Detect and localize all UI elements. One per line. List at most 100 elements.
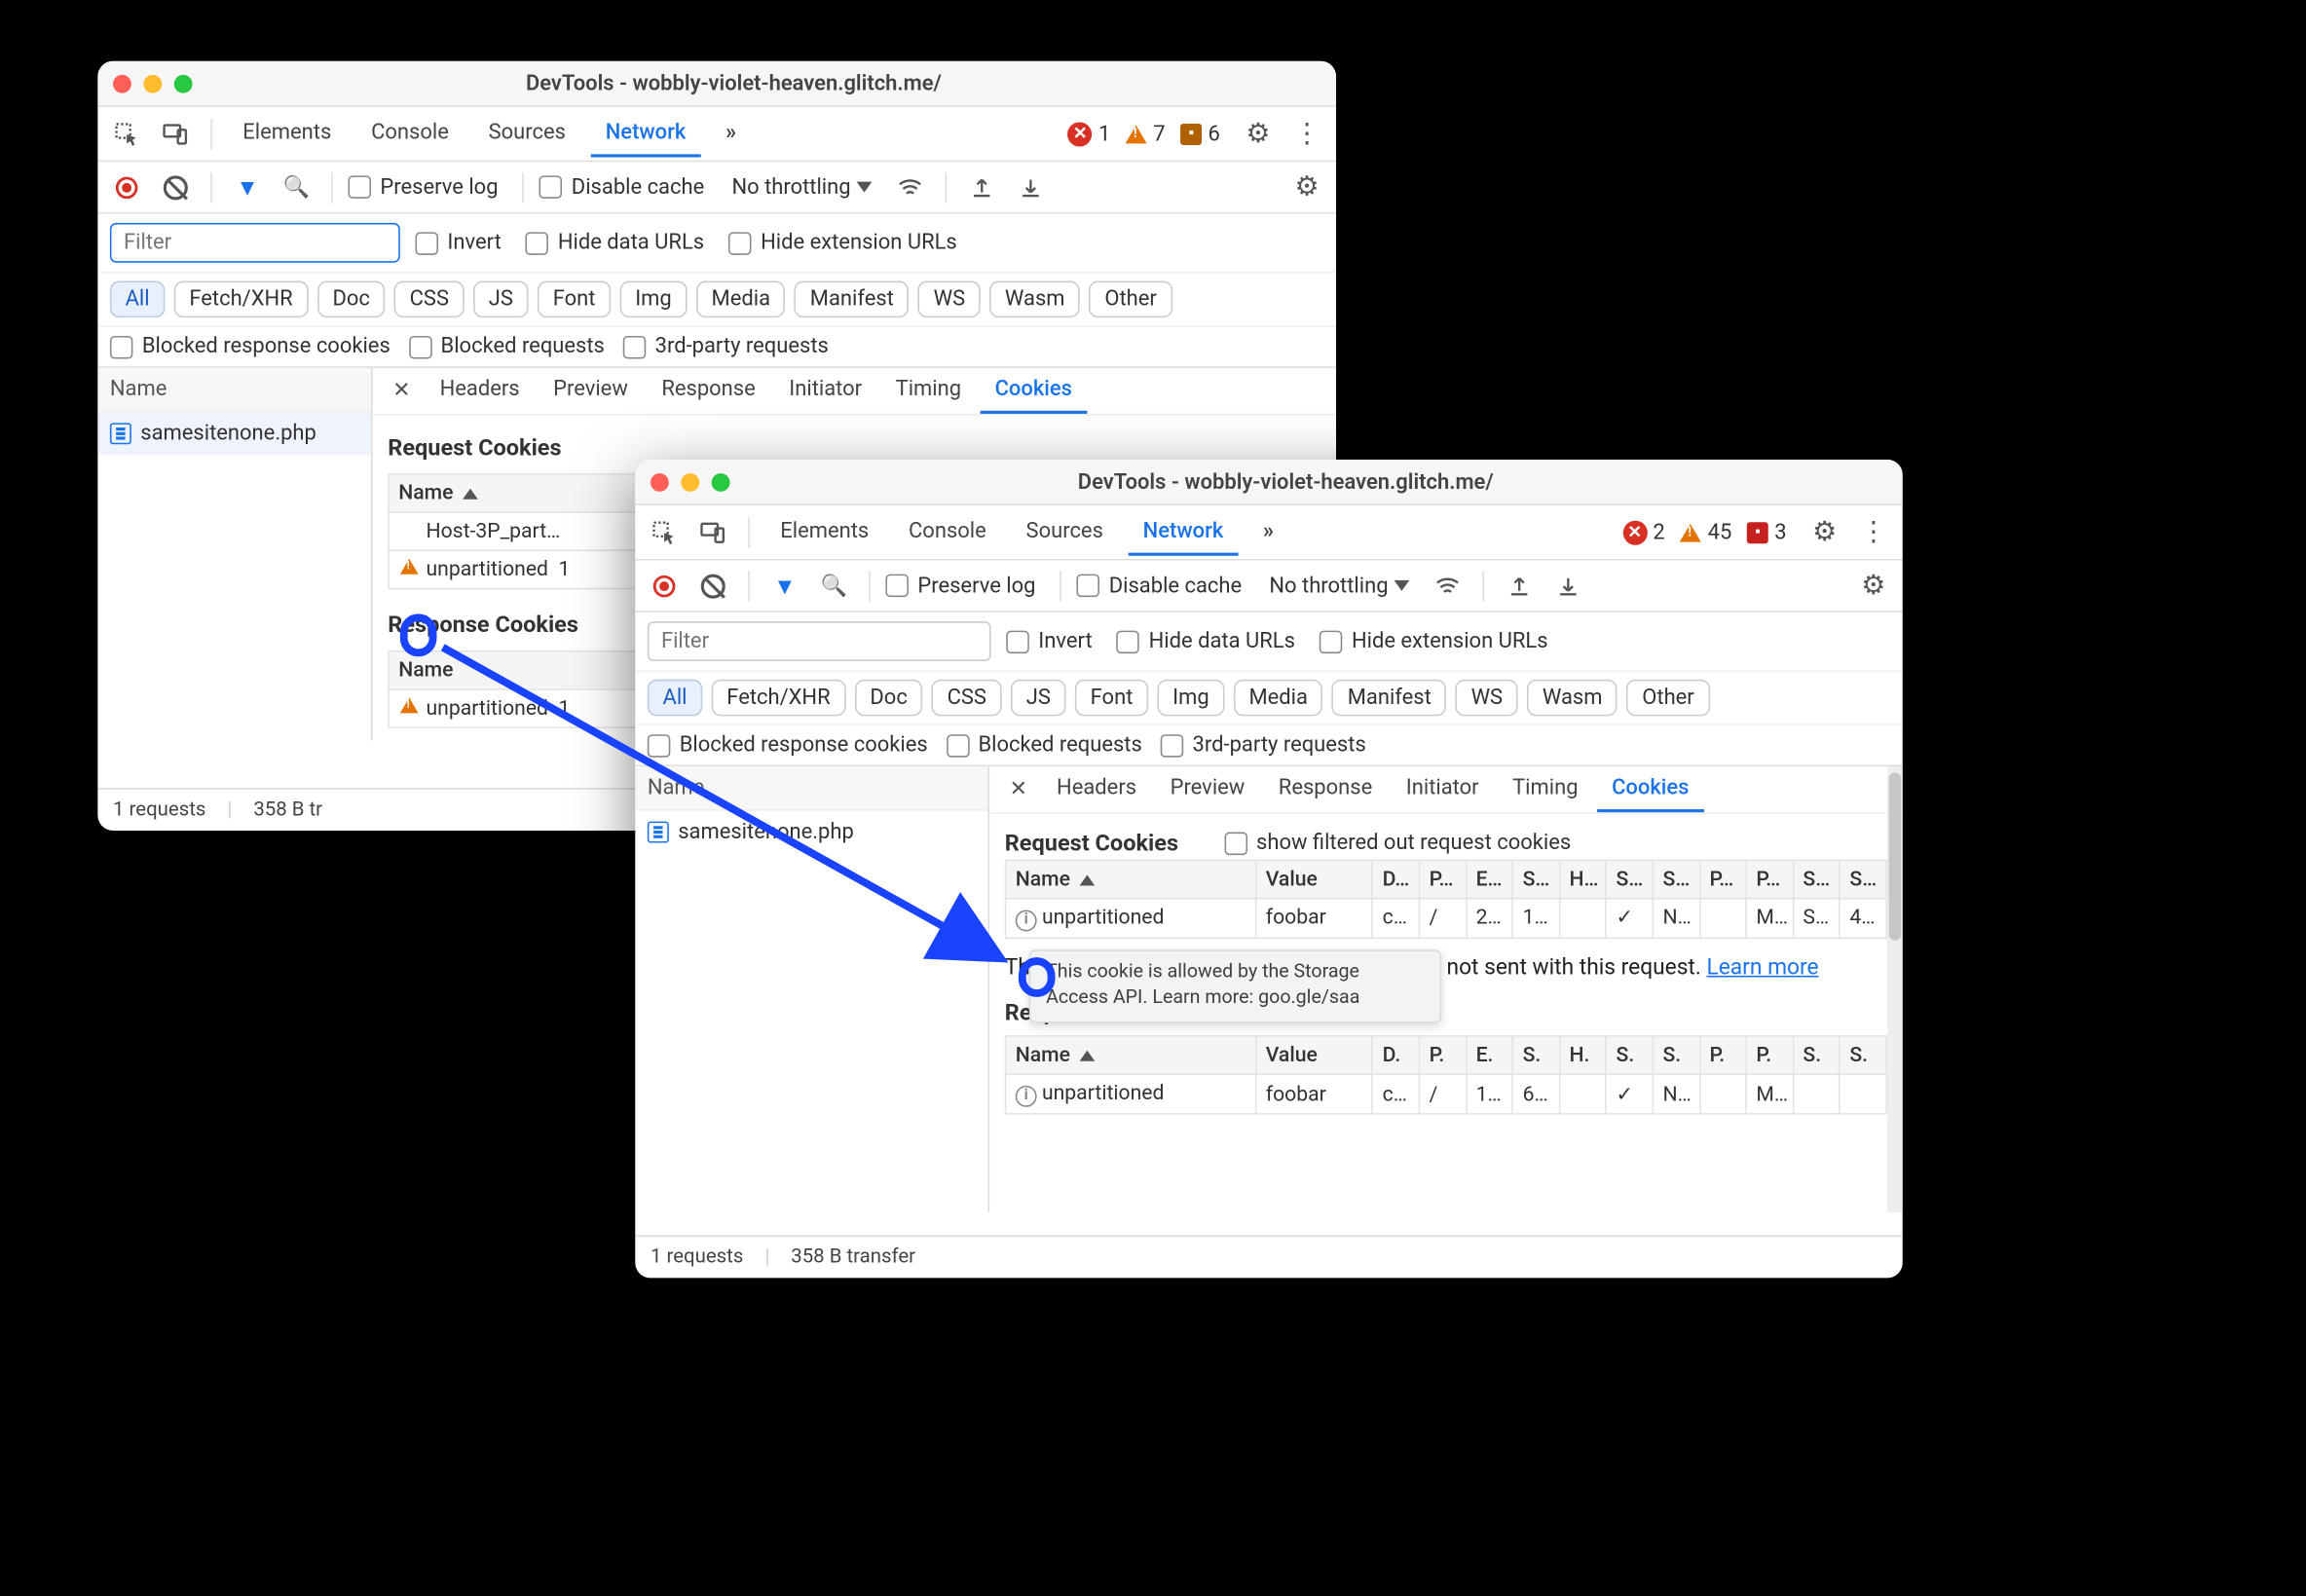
throttling-select[interactable]: No throttling <box>1260 568 1419 605</box>
tab-more[interactable] <box>710 111 751 157</box>
device-toggle-icon[interactable] <box>156 114 196 154</box>
titlebar[interactable]: DevTools - wobbly-violet-heaven.glitch.m… <box>97 61 1336 107</box>
info-icon[interactable]: i <box>1016 1085 1037 1106</box>
network-settings-icon[interactable] <box>1287 167 1327 207</box>
dtab-initiator[interactable]: Initiator <box>774 368 877 414</box>
close-detail-icon[interactable] <box>382 371 422 411</box>
error-count[interactable]: ✕2 <box>1622 520 1665 544</box>
col-name[interactable]: Name <box>1006 861 1256 899</box>
issues-count[interactable]: ▪3 <box>1747 520 1787 544</box>
warning-count[interactable]: 7 <box>1126 122 1166 146</box>
filter-input[interactable] <box>110 223 400 263</box>
invert-checkbox[interactable]: Invert <box>1006 629 1092 653</box>
tab-console[interactable]: Console <box>893 509 1001 555</box>
close-window-button[interactable] <box>651 472 669 491</box>
filter-toggle-icon[interactable]: ▼ <box>765 566 805 606</box>
blocked-cookies-checkbox[interactable]: Blocked response cookies <box>110 334 391 358</box>
hide-extension-urls-checkbox[interactable]: Hide extension URLs <box>728 231 957 255</box>
filter-input[interactable] <box>648 621 991 661</box>
type-ws[interactable]: WS <box>1456 680 1518 717</box>
third-party-checkbox[interactable]: 3rd-party requests <box>623 334 829 358</box>
preserve-log-checkbox[interactable]: Preserve log <box>885 574 1035 598</box>
type-doc[interactable]: Doc <box>317 281 386 318</box>
dtab-headers[interactable]: Headers <box>425 368 535 414</box>
clear-button[interactable] <box>693 566 733 606</box>
close-window-button[interactable] <box>113 74 131 93</box>
request-list-header[interactable]: Name <box>97 368 371 412</box>
cookie-row[interactable]: i unpartitioned foobar c…/1… 6…✓ N…M… <box>1006 1074 1887 1113</box>
close-detail-icon[interactable] <box>998 769 1038 809</box>
dtab-headers[interactable]: Headers <box>1041 766 1151 812</box>
type-fetch[interactable]: Fetch/XHR <box>712 680 846 717</box>
tab-network[interactable]: Network <box>1128 509 1239 555</box>
network-conditions-icon[interactable] <box>890 167 930 207</box>
filter-toggle-icon[interactable]: ▼ <box>228 167 268 207</box>
dtab-timing[interactable]: Timing <box>880 368 977 414</box>
info-icon[interactable]: i <box>1016 909 1037 931</box>
type-doc[interactable]: Doc <box>855 680 923 717</box>
type-css[interactable]: CSS <box>394 281 465 318</box>
search-icon[interactable] <box>277 167 316 207</box>
tab-network[interactable]: Network <box>590 111 701 157</box>
cookie-row[interactable]: i unpartitioned foobar c…/2… 1…✓ N…M… S…… <box>1006 899 1887 938</box>
invert-checkbox[interactable]: Invert <box>415 231 501 255</box>
type-js[interactable]: JS <box>473 281 529 318</box>
issues-count[interactable]: ▪6 <box>1180 122 1220 146</box>
dtab-preview[interactable]: Preview <box>538 368 643 414</box>
disable-cache-checkbox[interactable]: Disable cache <box>539 175 704 200</box>
menu-icon[interactable] <box>1854 512 1894 552</box>
record-button[interactable] <box>107 167 147 207</box>
preserve-log-checkbox[interactable]: Preserve log <box>349 175 499 200</box>
tab-sources[interactable]: Sources <box>473 111 581 157</box>
tab-sources[interactable]: Sources <box>1011 509 1119 555</box>
inspect-icon[interactable] <box>645 512 685 552</box>
type-font[interactable]: Font <box>1075 680 1148 717</box>
type-wasm[interactable]: Wasm <box>1527 680 1618 717</box>
upload-har-icon[interactable] <box>962 167 1002 207</box>
network-settings-icon[interactable] <box>1854 566 1894 606</box>
type-img[interactable]: Img <box>620 281 688 318</box>
tab-elements[interactable]: Elements <box>228 111 347 157</box>
dtab-initiator[interactable]: Initiator <box>1391 766 1494 812</box>
upload-har-icon[interactable] <box>1500 566 1540 606</box>
dtab-cookies[interactable]: Cookies <box>1596 766 1704 812</box>
type-media[interactable]: Media <box>696 281 786 318</box>
hide-data-urls-checkbox[interactable]: Hide data URLs <box>1117 629 1295 653</box>
throttling-select[interactable]: No throttling <box>723 168 881 205</box>
scrollbar[interactable] <box>1887 766 1903 1212</box>
type-other[interactable]: Other <box>1627 680 1710 717</box>
type-manifest[interactable]: Manifest <box>1332 680 1446 717</box>
warning-count[interactable]: 45 <box>1680 520 1731 544</box>
maximize-window-button[interactable] <box>712 472 730 491</box>
type-font[interactable]: Font <box>538 281 611 318</box>
settings-icon[interactable] <box>1804 512 1844 552</box>
learn-more-link[interactable]: Learn more <box>1707 953 1819 980</box>
type-js[interactable]: JS <box>1011 680 1066 717</box>
search-icon[interactable] <box>814 566 854 606</box>
dtab-response[interactable]: Response <box>1263 766 1388 812</box>
disable-cache-checkbox[interactable]: Disable cache <box>1077 574 1242 598</box>
record-button[interactable] <box>645 566 685 606</box>
hide-data-urls-checkbox[interactable]: Hide data URLs <box>526 231 704 255</box>
tab-more[interactable] <box>1247 509 1288 555</box>
dtab-preview[interactable]: Preview <box>1155 766 1260 812</box>
clear-button[interactable] <box>156 167 196 207</box>
type-wasm[interactable]: Wasm <box>989 281 1080 318</box>
type-all[interactable]: All <box>648 680 702 717</box>
dtab-response[interactable]: Response <box>647 368 771 414</box>
type-manifest[interactable]: Manifest <box>795 281 909 318</box>
device-toggle-icon[interactable] <box>693 512 733 552</box>
dtab-cookies[interactable]: Cookies <box>980 368 1088 414</box>
settings-icon[interactable] <box>1239 114 1279 154</box>
show-filtered-checkbox[interactable]: show filtered out request cookies <box>1224 831 1571 855</box>
type-fetch[interactable]: Fetch/XHR <box>174 281 309 318</box>
request-row[interactable]: samesitenone.php <box>635 811 987 854</box>
menu-icon[interactable] <box>1287 114 1327 154</box>
request-row[interactable]: samesitenone.php <box>97 412 371 455</box>
third-party-checkbox[interactable]: 3rd-party requests <box>1161 733 1366 758</box>
type-img[interactable]: Img <box>1157 680 1224 717</box>
type-css[interactable]: CSS <box>932 680 1002 717</box>
network-conditions-icon[interactable] <box>1428 566 1468 606</box>
inspect-icon[interactable] <box>107 114 147 154</box>
titlebar[interactable]: DevTools - wobbly-violet-heaven.glitch.m… <box>635 460 1902 505</box>
